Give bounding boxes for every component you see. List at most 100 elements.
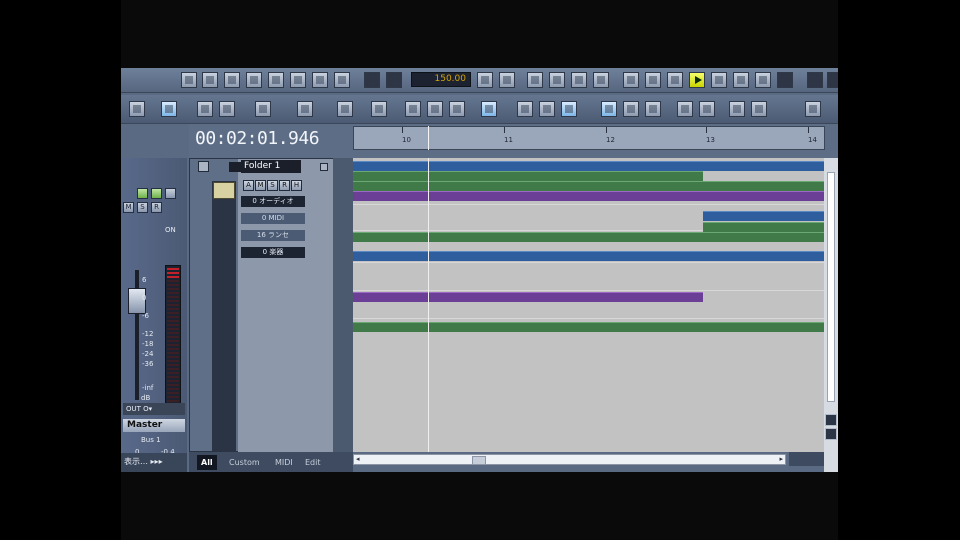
marker-icon[interactable] xyxy=(593,72,609,88)
open-project-icon[interactable] xyxy=(202,72,218,88)
strip-button[interactable] xyxy=(165,188,176,199)
snap-grid-icon[interactable] xyxy=(481,101,497,117)
hide-button[interactable]: H xyxy=(291,180,302,191)
clip[interactable] xyxy=(353,181,824,191)
tempo-display[interactable]: 150.00 xyxy=(411,72,471,87)
auto-icon[interactable] xyxy=(517,101,533,117)
strip-button[interactable] xyxy=(137,188,148,199)
rewind-to-start-icon[interactable] xyxy=(623,72,639,88)
clip[interactable] xyxy=(703,222,824,232)
new-project-icon[interactable] xyxy=(181,72,197,88)
autoscroll-icon[interactable] xyxy=(539,101,555,117)
expand-icon[interactable] xyxy=(198,161,209,172)
folder-sub-track[interactable]: 0 オーディオ xyxy=(241,196,305,207)
play-button[interactable] xyxy=(689,72,705,88)
select-tool-icon[interactable] xyxy=(197,101,213,117)
daw-application-window: 150.00 00:02:01.946 10 11 12 13 14 M S R… xyxy=(121,68,838,472)
tab-custom[interactable]: Custom xyxy=(225,455,264,470)
timecode-display[interactable]: 00:02:01.946 xyxy=(195,128,320,149)
loop-icon[interactable] xyxy=(499,72,515,88)
output-selector[interactable]: OUT O▾ xyxy=(123,403,185,415)
mute-button[interactable]: M xyxy=(123,202,134,213)
clip[interactable] xyxy=(353,161,824,171)
meter-scale-label: 0 xyxy=(142,294,147,302)
edit-tool-icon[interactable] xyxy=(297,101,313,117)
timeline-ruler[interactable]: 10 11 12 13 14 xyxy=(353,126,825,150)
folder-sub-track[interactable]: 16 ランセ xyxy=(241,230,305,241)
track-column xyxy=(212,181,236,453)
erase-tool-icon[interactable] xyxy=(371,101,387,117)
inspector-icon[interactable] xyxy=(645,101,661,117)
zoom-in-icon[interactable] xyxy=(825,414,837,426)
solo-button[interactable]: S xyxy=(137,202,148,213)
record-arm-button[interactable]: R xyxy=(279,180,290,191)
clip-view-icon[interactable] xyxy=(623,101,639,117)
vertical-scrollbar[interactable] xyxy=(824,158,838,472)
help-icon[interactable] xyxy=(805,101,821,117)
vertical-scroll-thumb[interactable] xyxy=(827,172,835,402)
zoom-out-icon[interactable] xyxy=(825,428,837,440)
clip[interactable] xyxy=(353,292,703,302)
zoom-tool-icon[interactable] xyxy=(255,101,271,117)
console-view-icon[interactable] xyxy=(334,72,350,88)
horizontal-scrollbar[interactable]: ◂ ▸ xyxy=(353,454,786,465)
folder-sub-track[interactable]: 0 楽器 xyxy=(241,247,305,258)
folder-sub-track[interactable]: 0 MIDI xyxy=(241,213,305,224)
track-lanes-icon[interactable] xyxy=(601,101,617,117)
metronome-icon[interactable] xyxy=(477,72,493,88)
close-icon[interactable] xyxy=(320,163,328,171)
split-tool-icon[interactable] xyxy=(405,101,421,117)
clips-pane[interactable] xyxy=(353,158,824,452)
folder-name[interactable]: Folder 1 xyxy=(241,160,301,173)
clip[interactable] xyxy=(353,232,824,242)
scroll-left-arrow-icon[interactable]: ◂ xyxy=(356,455,360,463)
expand-icon[interactable] xyxy=(699,101,715,117)
rewind-icon[interactable] xyxy=(645,72,661,88)
meter-segment xyxy=(167,320,179,322)
view-options-icon[interactable] xyxy=(751,101,767,117)
disabled-icon xyxy=(386,72,402,88)
staff-view-icon[interactable] xyxy=(290,72,306,88)
clip[interactable] xyxy=(353,322,824,332)
move-tool-icon[interactable] xyxy=(219,101,235,117)
clip[interactable] xyxy=(353,251,824,261)
align-icon[interactable] xyxy=(427,101,443,117)
horizontal-scroll-thumb[interactable] xyxy=(472,456,486,465)
fit-icon[interactable] xyxy=(677,101,693,117)
layout-icon[interactable] xyxy=(729,101,745,117)
snap-icon[interactable] xyxy=(571,72,587,88)
zoom-controls[interactable] xyxy=(789,452,824,466)
track-view-icon[interactable] xyxy=(246,72,262,88)
tab-edit[interactable]: Edit xyxy=(301,455,325,470)
record-icon[interactable] xyxy=(777,72,793,88)
stop-icon[interactable] xyxy=(667,72,683,88)
record-mode-icon[interactable] xyxy=(527,72,543,88)
clip[interactable] xyxy=(353,191,824,201)
bottom-left-label[interactable]: 表示… ▸▸▸ xyxy=(124,456,163,467)
menu-icon[interactable] xyxy=(129,101,145,117)
punch-icon[interactable] xyxy=(549,72,565,88)
archive-button[interactable]: A xyxy=(243,180,254,191)
piano-roll-icon[interactable] xyxy=(268,72,284,88)
mute-button[interactable]: M xyxy=(255,180,266,191)
now-time-marker[interactable] xyxy=(428,126,429,150)
grid-icon[interactable] xyxy=(449,101,465,117)
go-to-end-icon[interactable] xyxy=(755,72,771,88)
clip[interactable] xyxy=(703,211,824,221)
strip-button[interactable] xyxy=(151,188,162,199)
master-output-button[interactable]: Master xyxy=(123,419,185,432)
smart-tool-icon[interactable] xyxy=(161,101,177,117)
tab-midi[interactable]: MIDI xyxy=(271,455,297,470)
ruler-mark: 11 xyxy=(504,136,513,144)
clip[interactable] xyxy=(353,171,703,181)
draw-tool-icon[interactable] xyxy=(337,101,353,117)
tab-all[interactable]: All xyxy=(197,455,217,470)
solo-button[interactable]: S xyxy=(267,180,278,191)
marker-lane-icon[interactable] xyxy=(561,101,577,117)
fast-forward-icon[interactable] xyxy=(733,72,749,88)
record-arm-button[interactable]: R xyxy=(151,202,162,213)
event-list-icon[interactable] xyxy=(312,72,328,88)
pause-icon[interactable] xyxy=(711,72,727,88)
scroll-right-arrow-icon[interactable]: ▸ xyxy=(779,455,783,463)
save-project-icon[interactable] xyxy=(224,72,240,88)
